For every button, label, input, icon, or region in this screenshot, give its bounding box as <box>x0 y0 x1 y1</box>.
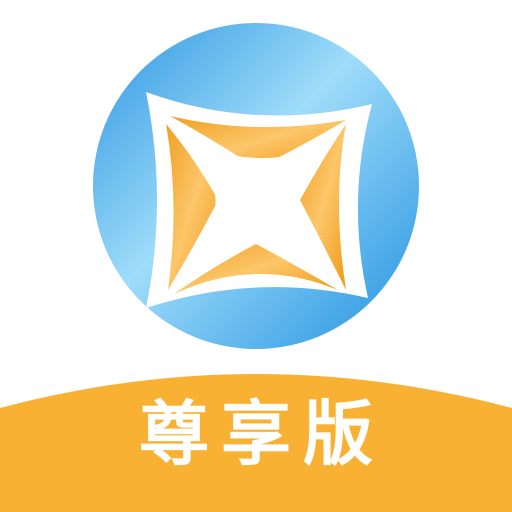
app-icon: 尊享版 <box>0 0 512 512</box>
edition-label: 尊享版 <box>139 393 385 475</box>
